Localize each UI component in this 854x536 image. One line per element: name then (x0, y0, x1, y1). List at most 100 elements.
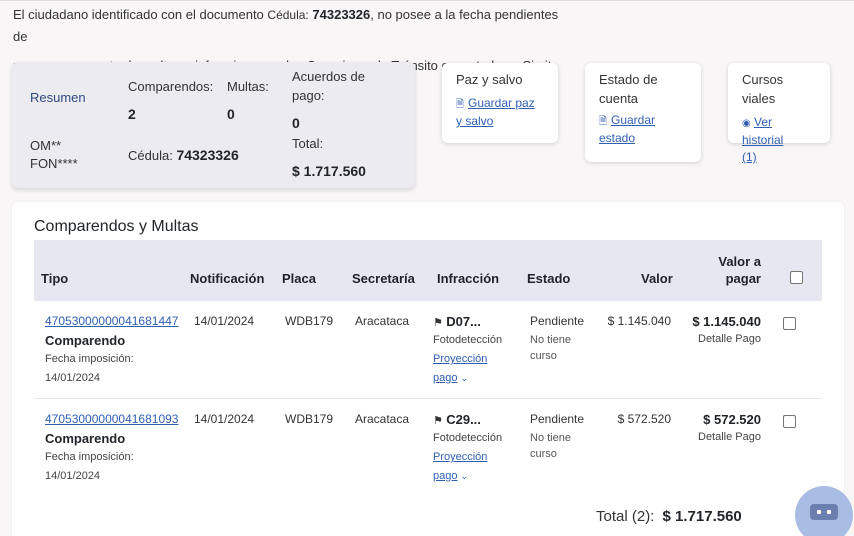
resumen-label: Resumen (30, 90, 86, 105)
cedula-value: 74323326 (176, 147, 239, 163)
row-medio: Fotodetección (433, 334, 503, 346)
row-curso-1: No tiene (530, 432, 571, 444)
table-header: Tipo Notificación Placa Secretaría Infra… (34, 240, 822, 301)
comparendos-card: Comparendos y Multas Tipo Notificación P… (12, 202, 844, 536)
row-curso-2: curso (530, 350, 557, 362)
estado-cuenta-card: Estado de cuenta 🗎 Guardar estado (585, 63, 701, 162)
eye-icon: ◉ (742, 118, 751, 129)
row-estado: Pendiente (530, 412, 585, 426)
row-estado: Pendiente (530, 314, 585, 328)
guardar-estado-link-line2: estado (599, 131, 636, 145)
row-type: Comparendo (45, 431, 126, 446)
cedula-summary: Cédula: 74323326 (128, 147, 239, 163)
owner-initials: OM** FON**** (30, 137, 78, 173)
row-type: Comparendo (45, 333, 126, 348)
proyeccion-pago-toggle[interactable]: pago ⌄ (433, 369, 468, 388)
guardar-estado-link-line1: Guardar (611, 113, 656, 127)
multas-label: Multas: (227, 79, 269, 94)
cursos-viales-card: Cursos viales ◉ Ver historial (1) (728, 63, 830, 164)
row-fecha: 14/01/2024 (45, 372, 101, 384)
row-notificacion: 14/01/2024 (194, 314, 255, 328)
row-curso-1: No tiene (530, 334, 571, 346)
row-secretaria: Aracataca (355, 314, 410, 328)
proyeccion-pago-link[interactable]: Proyección (433, 448, 487, 467)
row-placa: WDB179 (285, 314, 334, 328)
chatbot-button[interactable] (795, 486, 853, 536)
owner-initials-line2: FON**** (30, 156, 78, 171)
row-placa: WDB179 (285, 412, 334, 426)
guardar-paz-y-salvo-link[interactable]: 🗎 Guardar paz y salvo (456, 95, 544, 130)
row-checkbox[interactable] (783, 317, 796, 330)
summary-card: Resumen OM** FON**** Comparendos: 2 Mult… (12, 62, 415, 188)
guardar-estado-link[interactable]: 🗎 Guardar estado (599, 112, 687, 147)
detalle-pago-label[interactable]: Detalle Pago (698, 330, 761, 349)
cursos-viales-title: Cursos viales (742, 72, 784, 106)
row-fecha-label: Fecha imposición: (45, 451, 134, 463)
header-placa: Placa (282, 271, 316, 286)
proyeccion-pago-toggle[interactable]: pago ⌄ (433, 467, 468, 486)
row-valor-pagar: $ 1.145.040 (692, 314, 761, 329)
acuerdos-value: 0 (292, 115, 300, 131)
header-valor-pagar-1: Valor a (718, 254, 761, 269)
guardar-paz-link-line1: Guardar paz (468, 96, 535, 110)
guardar-paz-link-line2: y salvo (456, 114, 494, 128)
detalle-pago-label[interactable]: Detalle Pago (698, 428, 761, 447)
row-divider (34, 398, 822, 399)
acuerdos-label-1: Acuerdos de (292, 69, 365, 84)
comparendos-value: 2 (128, 106, 136, 122)
row-fecha-label: Fecha imposición: (45, 353, 134, 365)
cedula-label: Cédula: (128, 148, 173, 163)
proyeccion-pago-link-line2: pago (433, 470, 458, 482)
table-total-label: Total (2): (596, 508, 655, 525)
row-infraccion-code: D07... (446, 314, 481, 329)
table-total-value: $ 1.717.560 (662, 508, 742, 525)
header-valor-pagar-2: pagar (725, 271, 761, 286)
header-infraccion: Infracción (437, 271, 500, 286)
header-estado: Estado (527, 271, 571, 286)
intro-doc-number: 74323326 (312, 7, 371, 22)
row-fecha: 14/01/2024 (45, 470, 101, 482)
proyeccion-pago-link-line2: pago (433, 372, 458, 384)
chevron-down-icon: ⌄ (460, 373, 469, 383)
total-label: Total: (292, 136, 324, 151)
flag-icon: ⚑ (433, 415, 443, 427)
row-valor-pagar: $ 572.520 (703, 412, 761, 427)
header-tipo: Tipo (41, 271, 69, 286)
comparendo-number-link[interactable]: 47053000000041681093 (45, 410, 178, 429)
acuerdos-label-2: pago: (292, 88, 325, 103)
multas-value: 0 (227, 106, 235, 122)
row-checkbox[interactable] (783, 415, 796, 428)
document-icon: 🗎 (456, 99, 465, 110)
intro-part1: El ciudadano identificado con el documen… (13, 7, 268, 22)
row-medio: Fotodetección (433, 432, 503, 444)
header-secretaria: Secretaría (352, 271, 415, 286)
row-curso-2: curso (530, 448, 557, 460)
total-value: $ 1.717.560 (292, 163, 366, 179)
table-total: Total (2): $ 1.717.560 (596, 508, 742, 525)
document-icon: 🗎 (599, 116, 608, 127)
row-valor: $ 1.145.040 (607, 314, 671, 328)
row-infraccion: ⚑ D07... (433, 312, 481, 333)
flag-icon: ⚑ (433, 317, 443, 329)
chevron-down-icon: ⌄ (460, 471, 469, 481)
table-title: Comparendos y Multas (34, 218, 199, 235)
robot-icon (810, 504, 838, 520)
estado-cuenta-title-line2: cuenta (599, 91, 639, 106)
table-row: 47053000000041681447 Comparendo Fecha im… (34, 312, 822, 402)
estado-cuenta-title-line1: Estado de (599, 72, 658, 87)
header-notificacion: Notificación (190, 271, 265, 286)
row-infraccion-code: C29... (446, 412, 481, 427)
ver-historial-link[interactable]: ◉ Ver historial (1) (742, 114, 816, 166)
comparendo-number-link[interactable]: 47053000000041681447 (45, 312, 178, 331)
table-row: 47053000000041681093 Comparendo Fecha im… (34, 410, 822, 500)
paz-y-salvo-card: Paz y salvo 🗎 Guardar paz y salvo (442, 63, 558, 143)
row-notificacion: 14/01/2024 (194, 412, 255, 426)
select-all-checkbox[interactable] (790, 271, 803, 284)
owner-initials-line1: OM** (30, 138, 62, 153)
intro-doc-label: Cédula: (267, 8, 309, 22)
proyeccion-pago-link[interactable]: Proyección (433, 350, 487, 369)
paz-y-salvo-title: Paz y salvo (456, 72, 523, 87)
header-valor: Valor (641, 271, 673, 286)
row-secretaria: Aracataca (355, 412, 410, 426)
row-valor: $ 572.520 (617, 412, 671, 426)
